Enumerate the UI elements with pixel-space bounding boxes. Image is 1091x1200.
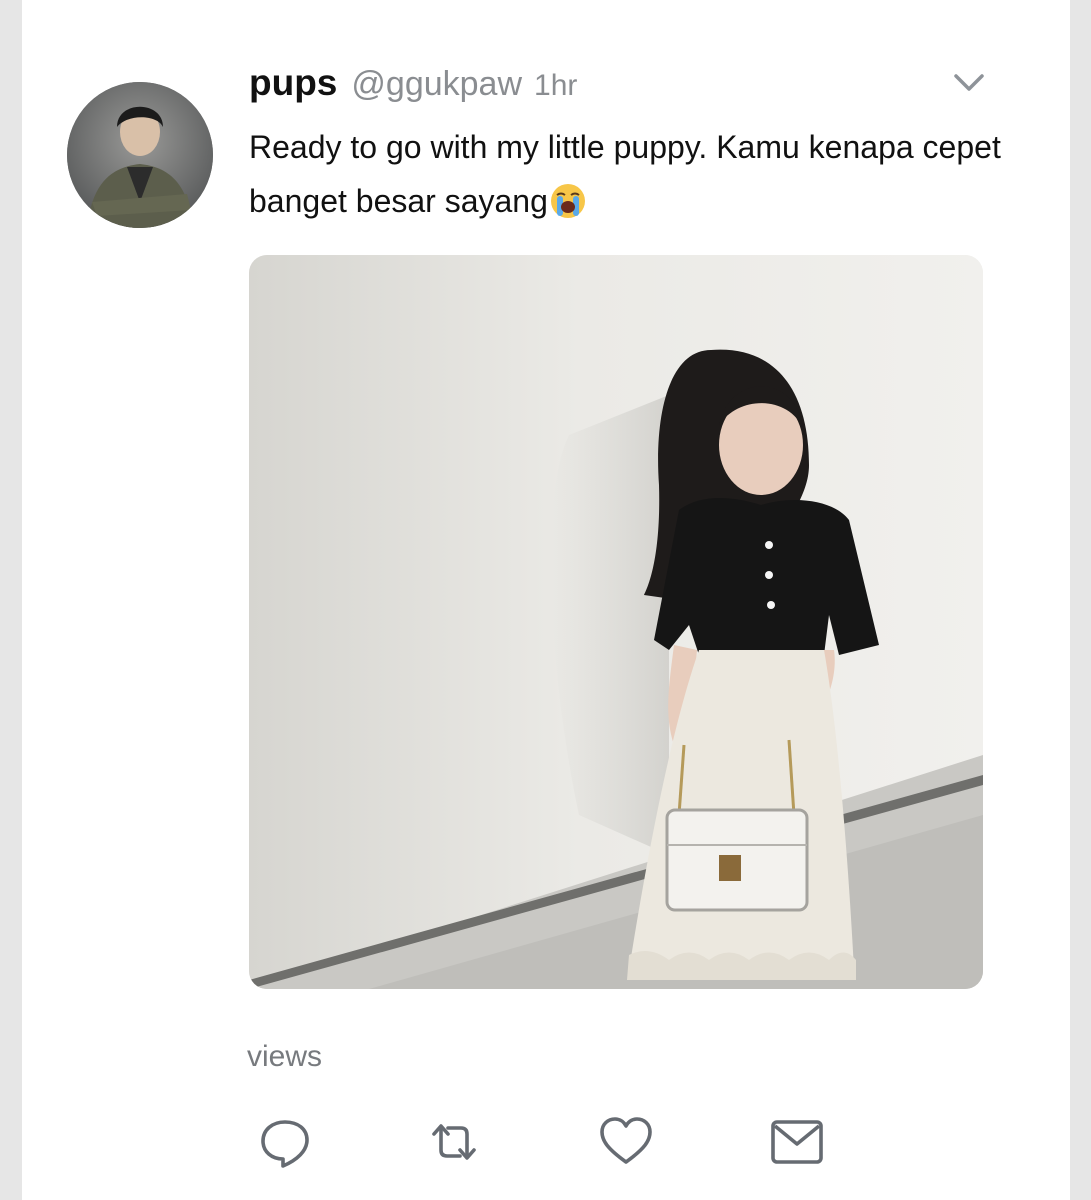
share-button[interactable] [767, 1112, 827, 1172]
user-handle[interactable]: @ggukpaw [351, 65, 522, 104]
avatar-photo [67, 82, 213, 228]
loudly-crying-face-icon [548, 180, 588, 220]
reply-icon [261, 1120, 309, 1168]
retweet-icon [432, 1124, 476, 1160]
tweet-header: pups @ggukpaw 1hr [249, 62, 577, 110]
tweet-text-content: Ready to go with my little puppy. Kamu k… [249, 129, 1001, 219]
display-name[interactable]: pups [249, 62, 337, 104]
like-icon [600, 1117, 652, 1164]
avatar[interactable] [67, 82, 213, 228]
views-label: views [247, 1040, 323, 1073]
like-button[interactable] [596, 1112, 656, 1172]
share-mail-icon [771, 1120, 823, 1164]
retweet-button[interactable] [424, 1112, 484, 1172]
reply-button[interactable] [255, 1112, 315, 1172]
chevron-down-icon[interactable] [950, 68, 988, 98]
tweet-card: pups @ggukpaw 1hr Ready to go with my li… [22, 0, 1070, 1200]
tweet-text: Ready to go with my little puppy. Kamu k… [249, 120, 1019, 228]
timestamp[interactable]: 1hr [534, 69, 577, 103]
tweet-photo[interactable] [249, 255, 983, 989]
photo-girl-with-bag [249, 255, 983, 989]
